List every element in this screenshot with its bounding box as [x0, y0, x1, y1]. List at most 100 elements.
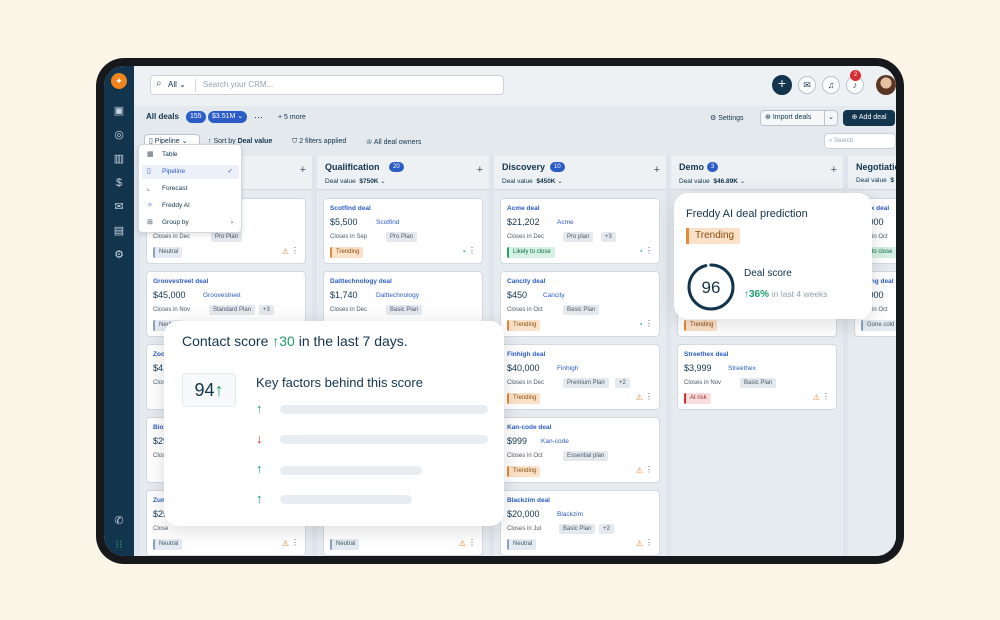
card-menu-icon[interactable]: ⋮ [468, 246, 476, 255]
card-menu-icon[interactable]: ⋮ [291, 246, 299, 255]
settings-button[interactable]: ⚙ Settings [710, 114, 744, 122]
company-link[interactable]: Scotfind [376, 219, 400, 226]
view-title[interactable]: All deals [146, 112, 179, 121]
phone-icon[interactable]: ✆ [112, 514, 126, 528]
import-deals-button[interactable]: ⊕ Import deals ⌄ [760, 110, 838, 126]
filters-control[interactable]: ⛉ 2 filters applied [292, 138, 346, 146]
card-menu-icon[interactable]: ⋮ [645, 319, 653, 328]
close-date: Close [153, 526, 169, 532]
search-scope[interactable]: All ⌄ [168, 80, 186, 89]
user-avatar[interactable] [876, 75, 896, 95]
arrow-up-icon: ↑ [256, 491, 263, 506]
deal-name[interactable]: Cancity deal [507, 278, 545, 285]
status-tag: Trending [330, 247, 364, 258]
deal-name[interactable]: Streethex deal [684, 351, 728, 358]
board-search-input[interactable]: ⌕ Search [824, 133, 896, 149]
menu-item-table[interactable]: ▦ Table [142, 148, 239, 162]
deal-card[interactable]: Cancity deal $450 Cancity Closes in Oct … [500, 271, 660, 337]
column-title: Negotiatio [856, 162, 896, 172]
more-options-icon[interactable]: ⋯ [254, 112, 263, 123]
card-menu-icon[interactable]: ⋮ [645, 465, 653, 474]
deal-name[interactable]: Acme deal [507, 205, 540, 212]
deal-score-change: ↑36% in last 4 weeks [744, 289, 828, 300]
card-menu-icon[interactable]: ⋮ [822, 392, 830, 401]
company-link[interactable]: Acme [557, 219, 574, 226]
deal-card[interactable]: Finhigh deal $40,000 Finhigh Closes in D… [500, 344, 660, 410]
menu-item-pipeline[interactable]: ▯ Pipeline ✓ [142, 165, 239, 179]
deal-card[interactable]: Blackzim deal $20,000 Blackzim Closes in… [500, 490, 660, 556]
deal-name[interactable]: Groovestreet deal [153, 278, 208, 285]
dashboard-icon[interactable]: ▣ [112, 104, 126, 118]
sidebar: ✦ ▣ ◎ ▥ $ ✉ ▤ ⚙ ✆ ⁝⁝ [104, 66, 134, 556]
company-link[interactable]: Streethex [728, 365, 756, 372]
card-menu-icon[interactable]: ⋮ [645, 392, 653, 401]
company-link[interactable]: Groovestreet [203, 292, 241, 299]
add-card-icon[interactable]: + [300, 164, 306, 176]
contacts-icon[interactable]: ◎ [112, 128, 126, 142]
close-date: Closes in Dec [507, 380, 545, 386]
card-menu-icon[interactable]: ⋮ [468, 538, 476, 547]
freshsales-logo-icon[interactable]: ✦ [111, 73, 127, 89]
deal-card[interactable]: Streethex deal $3,999 Streethex Closes i… [677, 344, 837, 410]
deal-name[interactable]: Dalttechnology deal [330, 278, 392, 285]
deal-amount: $45,000 [153, 290, 186, 300]
menu-item-freddy-ai[interactable]: ✧ Freddy AI [142, 199, 239, 213]
chevron-right-icon: › [230, 219, 233, 226]
owners-filter[interactable]: ♔ All deal owners [366, 138, 421, 146]
deal-amount: $40,000 [507, 363, 540, 373]
settings-icon[interactable]: ⚙ [112, 248, 126, 262]
company-link[interactable]: Cancity [543, 292, 565, 299]
add-card-icon[interactable]: + [831, 164, 837, 176]
company-link[interactable]: Blackzim [557, 511, 583, 518]
close-date: Closes in Dec [153, 234, 191, 240]
deals-icon[interactable]: $ [112, 176, 126, 190]
column-value[interactable]: Deal value $750K ⌄ [325, 177, 386, 185]
add-card-icon[interactable]: + [477, 164, 483, 176]
close-date: Closes in Oct [507, 307, 543, 313]
menu-item-forecast[interactable]: ⌞ Forecast [142, 182, 239, 196]
deal-amount: $999 [507, 436, 528, 446]
company-link[interactable]: Finhigh [557, 365, 578, 372]
more-views-link[interactable]: + 5 more [278, 114, 306, 121]
deal-card[interactable]: Kan-code deal $999 Kan-code Closes in Oc… [500, 417, 660, 483]
company-link[interactable]: Kan-code [541, 438, 569, 445]
menu-item-group-by[interactable]: ⊞ Group by › [142, 216, 239, 230]
deal-card[interactable]: Scotfind deal $5,500 Scotfind Closes in … [323, 198, 483, 264]
add-card-icon[interactable]: + [654, 164, 660, 176]
quick-add-button[interactable]: + [772, 75, 792, 95]
reminder-bell-icon[interactable]: ♫ [822, 76, 840, 94]
global-search[interactable]: ⌕ All ⌄ Search your CRM... [150, 75, 504, 95]
deal-value-badge[interactable]: $3.51M ⌄ [208, 111, 248, 123]
factor-bar [280, 405, 488, 414]
arrow-up-icon: ↑ [256, 461, 263, 476]
card-menu-icon[interactable]: ⋮ [645, 246, 653, 255]
extra-plans-chip: +3 [259, 305, 274, 315]
card-menu-icon[interactable]: ⋮ [291, 538, 299, 547]
deal-score-ring: 96 [687, 263, 735, 311]
column-value[interactable]: Deal value $46.89K ⌄ [679, 177, 745, 185]
deal-card[interactable]: Acme deal $21,202 Acme Closes in Dec Pro… [500, 198, 660, 264]
add-deal-button[interactable]: ⊕ Add deal [843, 110, 895, 126]
activity-icon: ◔ [638, 320, 643, 329]
deal-name[interactable]: Kan-code deal [507, 424, 551, 431]
company-link[interactable]: Dalttechnology [376, 292, 419, 299]
deal-score-value: 96 [702, 278, 721, 297]
email-icon[interactable]: ✉ [112, 200, 126, 214]
column-count: 3 [707, 162, 719, 172]
status-tag: Neutral [507, 539, 537, 550]
column-value[interactable]: Deal value $ [856, 177, 894, 184]
arrow-up-icon: ↑ [256, 401, 263, 416]
prediction-tag: Trending [686, 228, 741, 244]
column-value[interactable]: Deal value $450K ⌄ [502, 177, 563, 185]
deal-name[interactable]: Finhigh deal [507, 351, 545, 358]
card-menu-icon[interactable]: ⋮ [645, 538, 653, 547]
accounts-icon[interactable]: ▥ [112, 152, 126, 166]
apps-grid-icon[interactable]: ⁝⁝ [112, 538, 126, 552]
plan-chip: Premium Plan [563, 378, 609, 388]
deal-name[interactable]: Blackzim deal [507, 497, 550, 504]
column-title: Demo [679, 162, 705, 172]
deal-name[interactable]: Scotfind deal [330, 205, 371, 212]
mail-icon[interactable]: ✉ [798, 76, 816, 94]
deal-amount: $450 [507, 290, 528, 300]
reports-icon[interactable]: ▤ [112, 224, 126, 238]
